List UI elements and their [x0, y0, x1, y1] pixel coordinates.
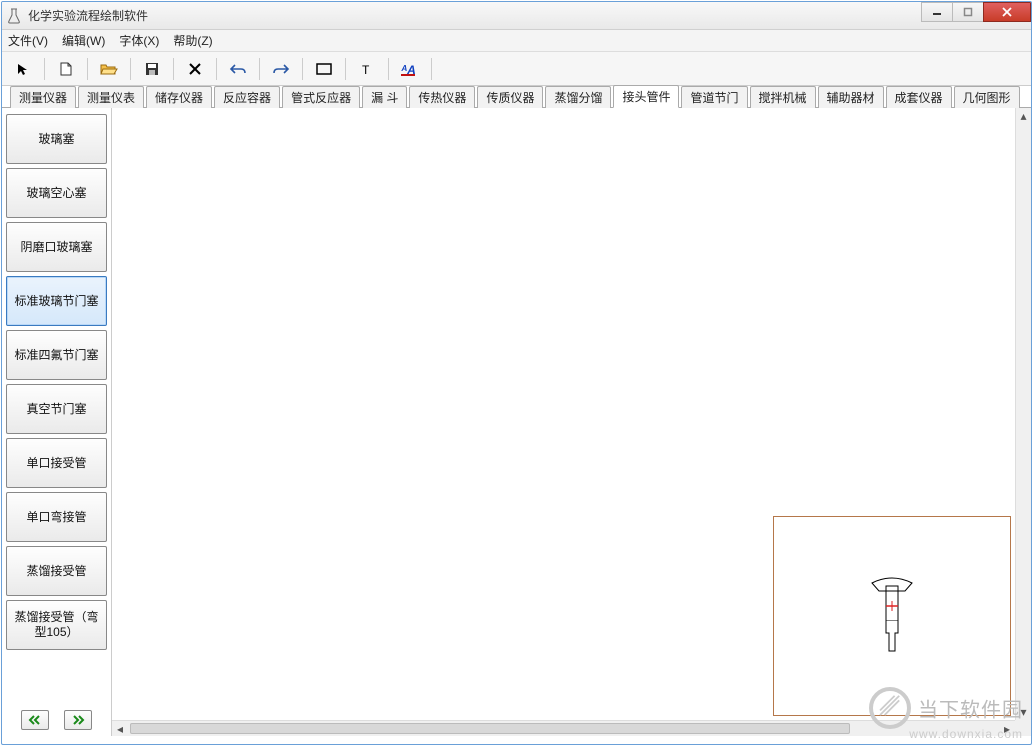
- category-tab[interactable]: 漏 斗: [362, 86, 407, 108]
- maximize-button[interactable]: [952, 2, 984, 22]
- category-tab[interactable]: 辅助器材: [818, 86, 884, 108]
- horizontal-scrollbar[interactable]: ◂ ▸: [112, 720, 1015, 736]
- category-tab[interactable]: 储存仪器: [146, 86, 212, 108]
- category-tab[interactable]: 测量仪表: [78, 86, 144, 108]
- menu-file[interactable]: 文件(V): [8, 32, 48, 49]
- app-icon: [6, 8, 22, 24]
- stopper-preview-icon: [862, 571, 922, 661]
- scroll-left-icon[interactable]: ◂: [112, 721, 128, 736]
- palette-next-button[interactable]: [64, 710, 92, 730]
- scroll-right-icon[interactable]: ▸: [999, 721, 1015, 736]
- scroll-thumb[interactable]: [130, 723, 850, 734]
- open-button[interactable]: [94, 56, 124, 82]
- category-tabs: 测量仪器测量仪表储存仪器反应容器管式反应器漏 斗传热仪器传质仪器蒸馏分馏接头管件…: [2, 86, 1031, 108]
- category-tab[interactable]: 反应容器: [214, 86, 280, 108]
- new-button[interactable]: [51, 56, 81, 82]
- format-tool[interactable]: ᴬA: [395, 56, 425, 82]
- category-tab[interactable]: 搅拌机械: [750, 86, 816, 108]
- window-title: 化学实验流程绘制软件: [28, 7, 1027, 24]
- category-tab[interactable]: 几何图形: [954, 86, 1020, 108]
- title-bar: 化学实验流程绘制软件: [2, 2, 1031, 30]
- shape-button[interactable]: 单口弯接管: [6, 492, 107, 542]
- category-tab[interactable]: 蒸馏分馏: [545, 86, 611, 108]
- shape-button[interactable]: 蒸馏接受管（弯型105）: [6, 600, 107, 650]
- shape-button[interactable]: 玻璃塞: [6, 114, 107, 164]
- toolbar: T ᴬA: [2, 52, 1031, 86]
- shape-button[interactable]: 玻璃空心塞: [6, 168, 107, 218]
- category-tab[interactable]: 管道节门: [681, 86, 747, 108]
- rect-tool[interactable]: [309, 56, 339, 82]
- preview-panel: [773, 516, 1011, 716]
- minimize-button[interactable]: [921, 2, 953, 22]
- category-tab[interactable]: 接头管件: [613, 85, 679, 108]
- delete-button[interactable]: [180, 56, 210, 82]
- svg-text:T: T: [362, 63, 370, 76]
- category-tab[interactable]: 传质仪器: [477, 86, 543, 108]
- menu-help[interactable]: 帮助(Z): [173, 32, 212, 49]
- save-button[interactable]: [137, 56, 167, 82]
- category-tab[interactable]: 成套仪器: [886, 86, 952, 108]
- vertical-scrollbar[interactable]: ▴ ▾: [1015, 108, 1031, 720]
- shape-button[interactable]: 标准四氟节门塞: [6, 330, 107, 380]
- scroll-down-icon[interactable]: ▾: [1016, 704, 1031, 720]
- menu-edit[interactable]: 编辑(W): [62, 32, 105, 49]
- shape-button[interactable]: 蒸馏接受管: [6, 546, 107, 596]
- category-tab[interactable]: 传热仪器: [409, 86, 475, 108]
- shape-button[interactable]: 标准玻璃节门塞: [6, 276, 107, 326]
- shape-palette: 玻璃塞玻璃空心塞阴磨口玻璃塞标准玻璃节门塞标准四氟节门塞真空节门塞单口接受管单口…: [2, 108, 112, 736]
- canvas[interactable]: [112, 108, 1015, 720]
- menu-font[interactable]: 字体(X): [119, 32, 159, 49]
- shape-button[interactable]: 阴磨口玻璃塞: [6, 222, 107, 272]
- pointer-tool[interactable]: [8, 56, 38, 82]
- shape-button[interactable]: 单口接受管: [6, 438, 107, 488]
- category-tab[interactable]: 测量仪器: [10, 86, 76, 108]
- undo-button[interactable]: [223, 56, 253, 82]
- shape-button[interactable]: 真空节门塞: [6, 384, 107, 434]
- redo-button[interactable]: [266, 56, 296, 82]
- text-tool[interactable]: T: [352, 56, 382, 82]
- category-tab[interactable]: 管式反应器: [282, 86, 360, 108]
- scroll-up-icon[interactable]: ▴: [1016, 108, 1031, 124]
- palette-prev-button[interactable]: [21, 710, 49, 730]
- menu-bar: 文件(V) 编辑(W) 字体(X) 帮助(Z): [2, 30, 1031, 52]
- canvas-area: ▴ ▾ ◂ ▸: [112, 108, 1031, 736]
- close-button[interactable]: [983, 2, 1031, 22]
